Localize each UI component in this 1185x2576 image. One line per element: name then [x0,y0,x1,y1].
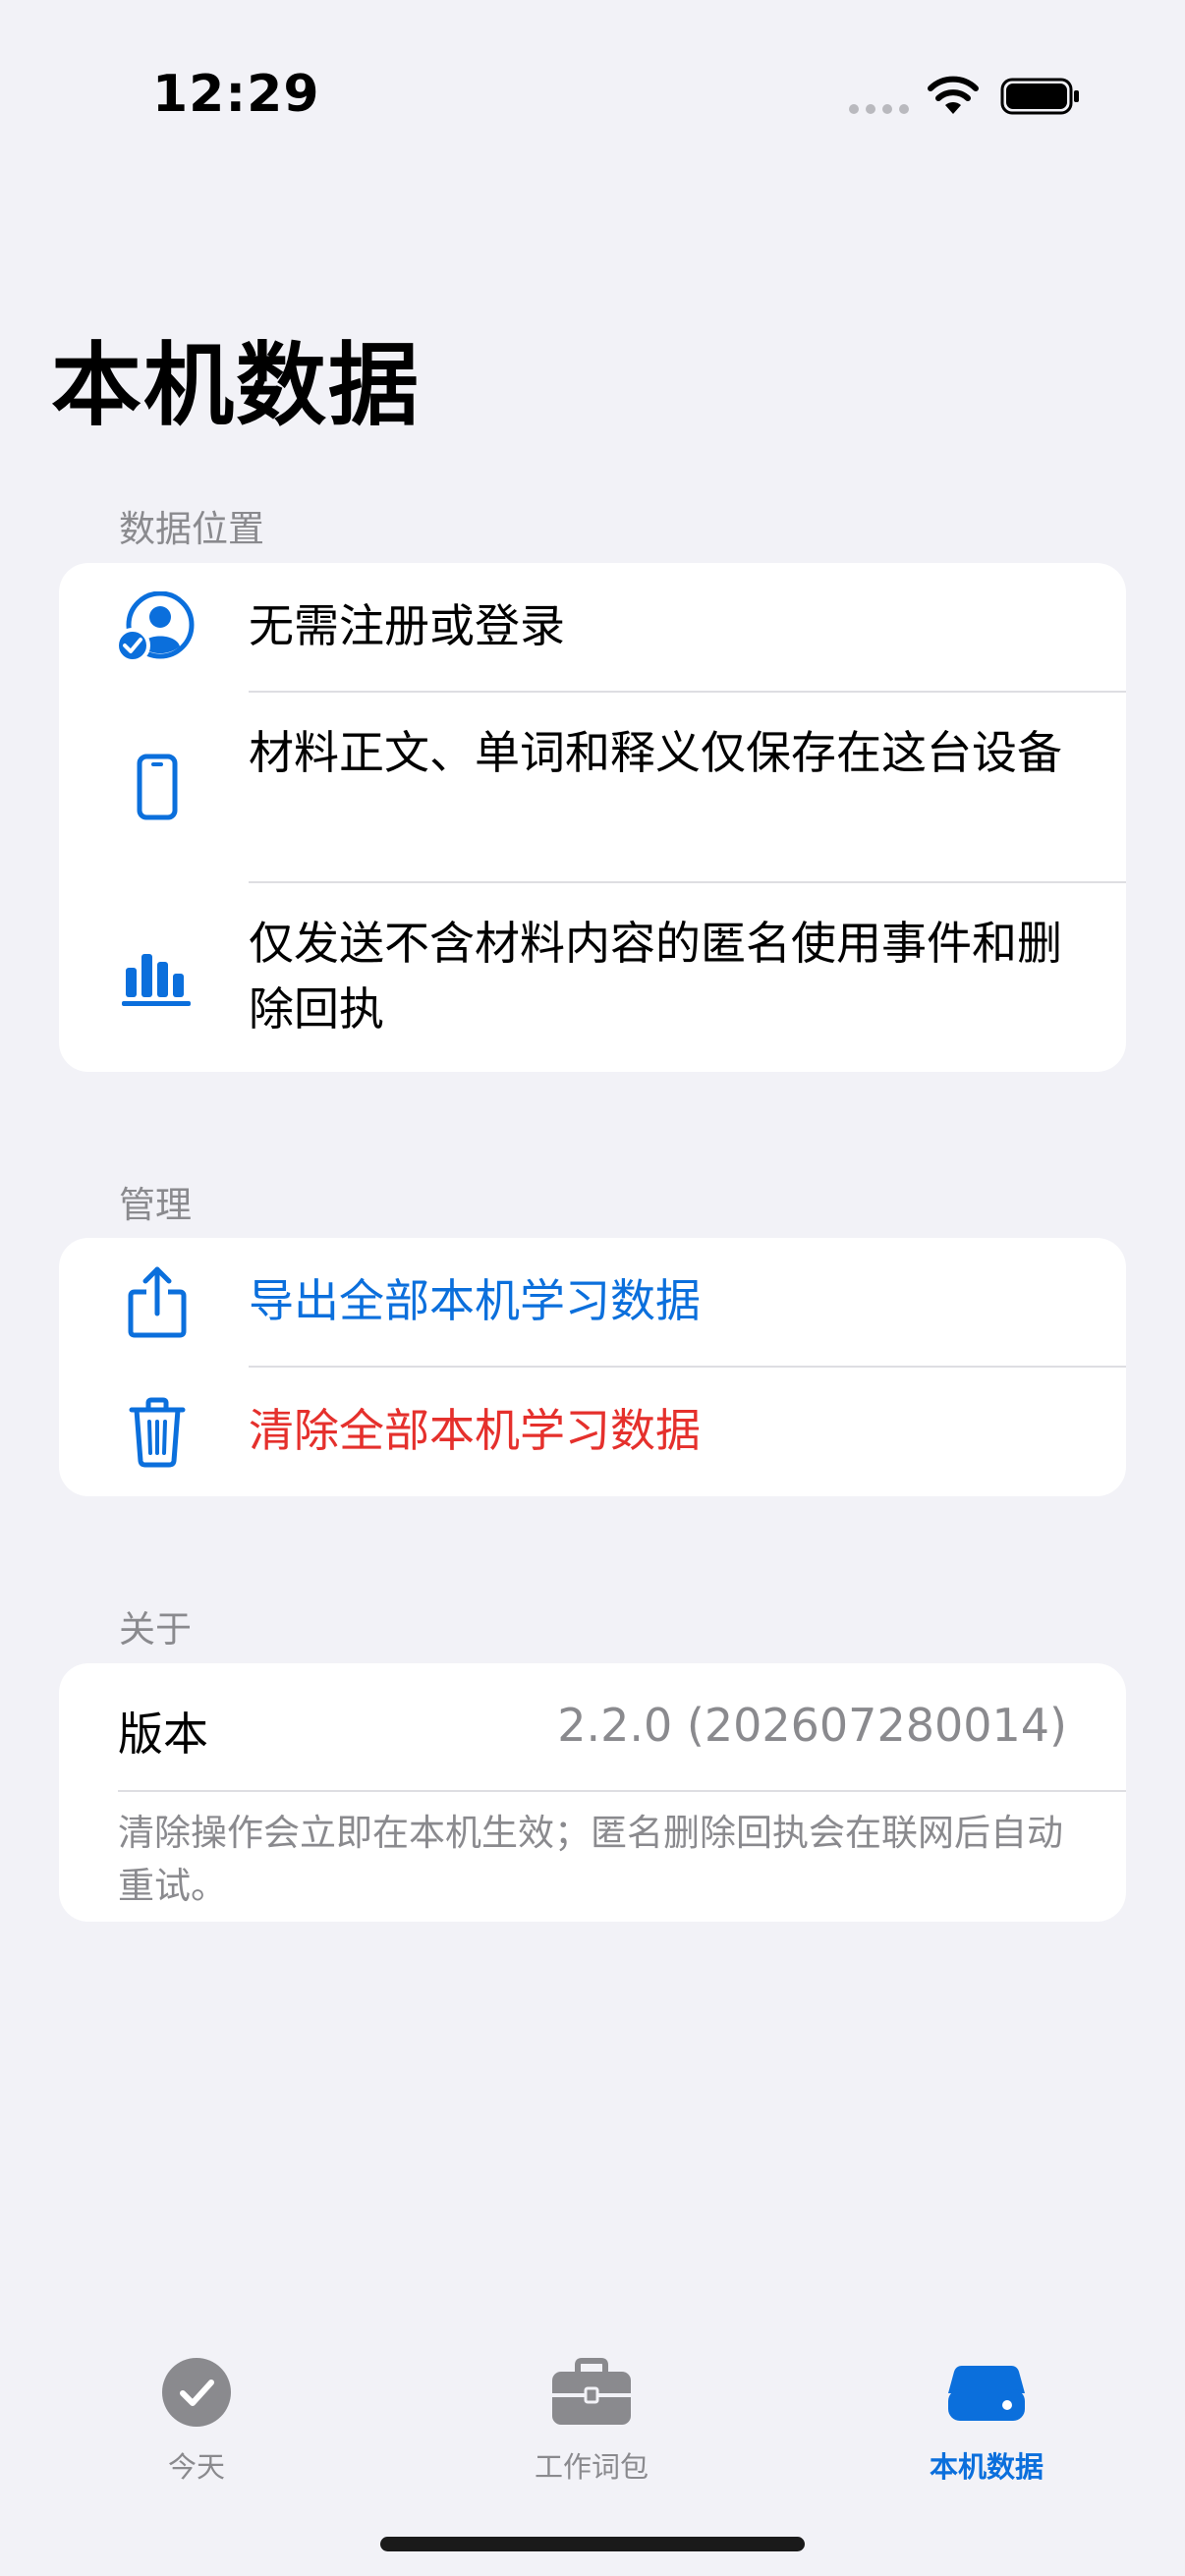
divider [118,1790,1126,1792]
tab-today[interactable]: 今天 [79,2348,314,2486]
export-data-button[interactable]: 导出全部本机学习数据 [59,1238,1126,1366]
trash-icon [59,1368,255,1496]
section-header-about: 关于 [119,1608,192,1651]
page-title: 本机数据 [51,333,422,438]
export-data-label: 导出全部本机学习数据 [249,1274,701,1327]
internal-drive-icon [869,2348,1104,2436]
battery-icon [1000,78,1079,115]
home-indicator[interactable] [380,2537,805,2551]
about-card: 版本 2.2.0 (202607280014) 清除操作会立即在本机生效；匿名删… [59,1663,1126,1922]
cellular-signal-icon [849,104,909,114]
row-anonymous-events-text: 仅发送不含材料内容的匿名使用事件和删除回执 [249,917,1062,1036]
row-no-login: 无需注册或登录 [59,563,1126,691]
section-header-manage: 管理 [119,1184,192,1226]
clear-data-label: 清除全部本机学习数据 [249,1404,701,1457]
manage-card: 导出全部本机学习数据 清除全部本机学习数据 [59,1238,1126,1496]
screen: 12:29 本机数据 数据位置 无需注册或登录 材料正文、单词和释义仅保存在这台… [0,0,1185,2576]
data-location-card: 无需注册或登录 材料正文、单词和释义仅保存在这台设备 仅发送不含材料内容的匿名使… [59,563,1126,1072]
checkmark-circle-icon [79,2348,314,2436]
version-value: 2.2.0 (202607280014) [557,1699,1067,1752]
tab-local-data[interactable]: 本机数据 [869,2348,1104,2486]
tab-work-packs-label: 工作词包 [534,2450,649,2484]
person-badge-check-icon [59,563,255,691]
tab-work-packs[interactable]: 工作词包 [474,2348,709,2486]
briefcase-icon [474,2348,709,2436]
bar-chart-icon [59,883,255,1072]
clear-data-button[interactable]: 清除全部本机学习数据 [59,1368,1126,1496]
iphone-icon [59,693,255,881]
row-anonymous-events: 仅发送不含材料内容的匿名使用事件和删除回执 [59,883,1126,1072]
row-device-only: 材料正文、单词和释义仅保存在这台设备 [59,693,1126,881]
tab-today-label: 今天 [167,2450,225,2484]
about-footnote: 清除操作会立即在本机生效；匿名删除回执会在联网后自动重试。 [118,1812,1063,1907]
row-no-login-text: 无需注册或登录 [249,599,565,652]
version-label: 版本 [118,1708,208,1761]
row-device-only-text: 材料正文、单词和释义仅保存在这台设备 [249,726,1062,779]
share-export-icon [59,1238,255,1366]
wifi-icon [928,76,979,114]
section-header-data-location: 数据位置 [119,508,264,550]
tab-local-data-label: 本机数据 [929,2450,1044,2484]
status-time: 12:29 [152,65,320,124]
